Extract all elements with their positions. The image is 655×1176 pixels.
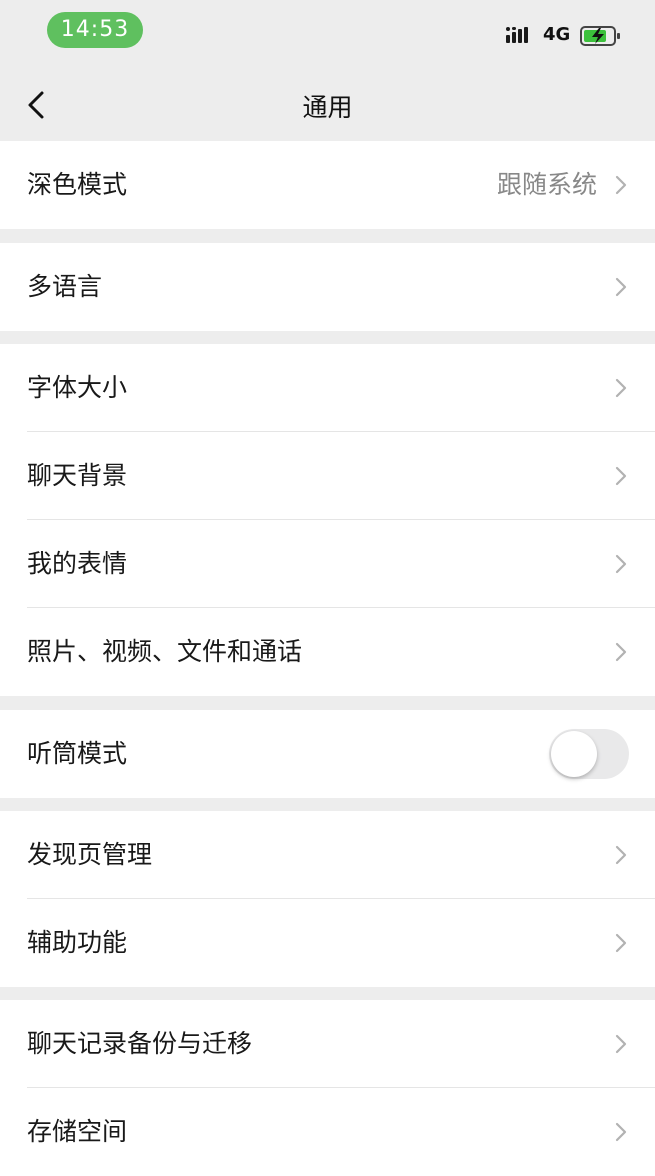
- row-accessibility[interactable]: 辅助功能: [0, 899, 655, 987]
- row-value: 跟随系统: [496, 170, 597, 199]
- row-chat-backup[interactable]: 聊天记录备份与迁移: [0, 1000, 655, 1088]
- network-type: 4G: [543, 24, 571, 45]
- settings-group-earpiece: 听筒模式: [0, 710, 655, 798]
- earpiece-mode-toggle[interactable]: [549, 729, 629, 779]
- row-earpiece-mode: 听筒模式: [0, 710, 655, 798]
- row-dark-mode[interactable]: 深色模式 跟随系统: [0, 141, 655, 229]
- settings-group-storage: 聊天记录备份与迁移 存储空间: [0, 1000, 655, 1176]
- page-title: 通用: [302, 93, 353, 122]
- chevron-right-icon: [615, 1122, 627, 1142]
- settings-group-language: 多语言: [0, 243, 655, 331]
- row-label: 聊天记录备份与迁移: [27, 1029, 253, 1058]
- row-label: 字体大小: [27, 373, 128, 402]
- row-label: 听筒模式: [27, 739, 128, 768]
- row-font-size[interactable]: 字体大小: [0, 344, 655, 432]
- row-label: 照片、视频、文件和通话: [27, 637, 303, 666]
- chevron-right-icon: [615, 175, 627, 195]
- chevron-right-icon: [615, 933, 627, 953]
- chevron-right-icon: [615, 378, 627, 398]
- row-label: 深色模式: [27, 170, 128, 199]
- row-storage[interactable]: 存储空间: [0, 1088, 655, 1176]
- nav-bar: 通用: [0, 72, 655, 140]
- settings-group-discover: 发现页管理 辅助功能: [0, 811, 655, 987]
- chevron-right-icon: [615, 466, 627, 486]
- signal-icon: [506, 27, 534, 45]
- settings-group-chat: 字体大小 聊天背景 我的表情 照片、视频、文件和通话: [0, 344, 655, 696]
- chevron-right-icon: [615, 554, 627, 574]
- toggle-knob: [551, 731, 597, 777]
- settings-group-display: 深色模式 跟随系统: [0, 141, 655, 229]
- row-label: 聊天背景: [27, 461, 128, 490]
- chevron-right-icon: [615, 1034, 627, 1054]
- row-label: 多语言: [27, 272, 103, 301]
- row-my-stickers[interactable]: 我的表情: [0, 520, 655, 608]
- status-bar: 14:53 4G: [0, 0, 655, 72]
- row-label: 我的表情: [27, 549, 128, 578]
- chevron-right-icon: [615, 845, 627, 865]
- time-indicator: 14:53: [47, 12, 143, 48]
- battery-charging-icon: [580, 26, 620, 46]
- chevron-right-icon: [615, 642, 627, 662]
- row-chat-background[interactable]: 聊天背景: [0, 432, 655, 520]
- chevron-right-icon: [615, 277, 627, 297]
- row-label: 辅助功能: [27, 928, 128, 957]
- row-media-calls[interactable]: 照片、视频、文件和通话: [0, 608, 655, 696]
- row-language[interactable]: 多语言: [0, 243, 655, 331]
- row-label: 存储空间: [27, 1117, 128, 1146]
- row-discover-management[interactable]: 发现页管理: [0, 811, 655, 899]
- row-label: 发现页管理: [27, 840, 153, 869]
